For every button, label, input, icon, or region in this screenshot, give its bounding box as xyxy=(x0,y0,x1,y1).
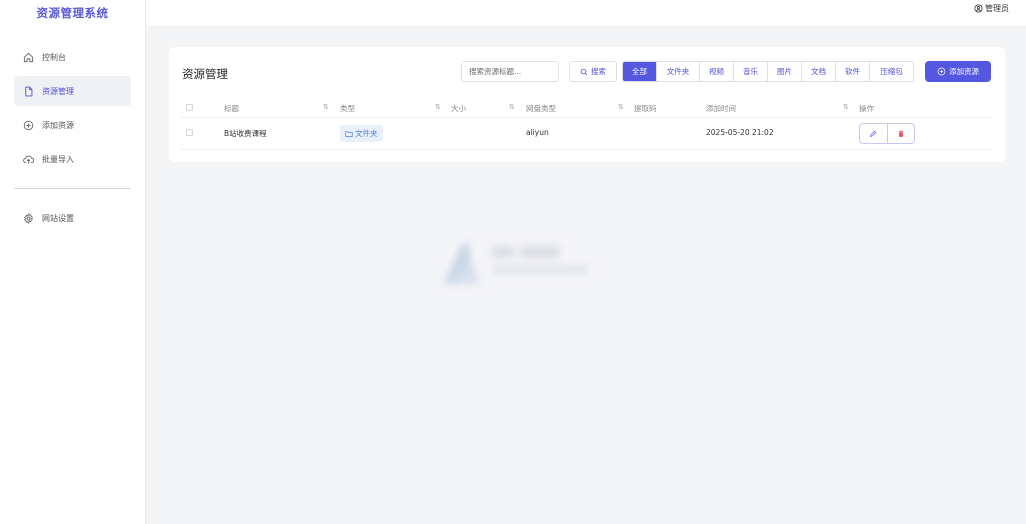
column-header-actions: 操作 xyxy=(859,104,874,113)
sidebar-item-dashboard[interactable]: 控制台 xyxy=(14,42,131,72)
column-header-size[interactable]: 大小 xyxy=(451,103,466,114)
table-header-divider xyxy=(181,117,992,118)
sidebar-item-site-settings[interactable]: 网站设置 xyxy=(14,203,131,233)
delete-button[interactable] xyxy=(886,124,915,143)
edit-button[interactable] xyxy=(860,124,887,143)
sidebar-item-label: 批量导入 xyxy=(42,154,74,164)
sort-icon[interactable]: ⇅ xyxy=(843,103,849,111)
filter-folder[interactable]: 文件夹 xyxy=(657,62,700,81)
search-button[interactable]: 搜索 xyxy=(569,61,617,82)
cloud-upload-icon xyxy=(23,155,34,164)
type-badge: 文件夹 xyxy=(340,125,383,142)
app-title: 资源管理系统 xyxy=(36,6,109,20)
select-all-checkbox[interactable] xyxy=(186,104,193,111)
table-row-divider xyxy=(181,149,992,150)
sidebar-divider xyxy=(14,188,131,189)
gear-icon xyxy=(24,212,33,224)
filter-software[interactable]: 软件 xyxy=(836,62,870,81)
resource-card: 资源管理 搜索 全部 文件夹 视频 音乐 图片 文档 软件 压缩包 添加资源 标… xyxy=(169,47,1005,162)
cell-added-time: 2025-05-20 21:02 xyxy=(706,128,774,137)
sidebar-item-label: 资源管理 xyxy=(42,86,74,96)
row-checkbox[interactable] xyxy=(186,129,193,136)
filter-image[interactable]: 图片 xyxy=(768,62,802,81)
user-name: 管理员 xyxy=(985,4,1009,13)
user-menu[interactable]: 管理员 xyxy=(974,3,1009,14)
row-actions xyxy=(859,123,915,144)
sidebar-nav: 控制台 资源管理 添加资源 批量导入 网站设置 xyxy=(0,42,145,233)
search-input[interactable] xyxy=(461,61,559,82)
add-resource-label: 添加资源 xyxy=(949,67,979,76)
pencil-icon xyxy=(870,130,877,137)
filter-all[interactable]: 全部 xyxy=(623,62,657,81)
cell-disk-type: aliyun xyxy=(526,128,549,137)
document-icon xyxy=(25,86,33,96)
sidebar: 资源管理系统 控制台 资源管理 添加资源 批量导入 网站设置 xyxy=(0,0,146,524)
sort-icon[interactable]: ⇅ xyxy=(509,103,515,111)
column-header-disk-type[interactable]: 网盘类型 xyxy=(526,103,556,114)
type-badge-label: 文件夹 xyxy=(355,129,378,138)
sidebar-item-batch-import[interactable]: 批量导入 xyxy=(14,144,131,174)
user-circle-icon xyxy=(974,4,983,13)
plus-circle-icon xyxy=(937,67,946,76)
page-title: 资源管理 xyxy=(182,67,228,81)
filter-archive[interactable]: 压缩包 xyxy=(870,62,913,81)
sidebar-item-label: 网站设置 xyxy=(42,213,74,223)
sidebar-item-add-resource[interactable]: 添加资源 xyxy=(14,110,131,140)
filter-music[interactable]: 音乐 xyxy=(734,62,768,81)
top-bar: 管理员 xyxy=(146,0,1026,26)
search-button-label: 搜索 xyxy=(591,67,606,76)
folder-icon xyxy=(345,130,353,137)
sidebar-item-label: 控制台 xyxy=(42,52,66,62)
sidebar-item-label: 添加资源 xyxy=(42,120,74,130)
plus-circle-icon xyxy=(23,120,34,130)
column-header-type[interactable]: 类型 xyxy=(340,103,355,114)
column-header-extract-code: 提取码 xyxy=(634,104,657,113)
sort-icon[interactable]: ⇅ xyxy=(435,103,441,111)
home-icon xyxy=(23,52,34,62)
column-header-added-time[interactable]: 添加时间 xyxy=(706,103,736,114)
filter-video[interactable]: 视频 xyxy=(700,62,734,81)
cell-title: B站收费课程 xyxy=(224,129,267,138)
filter-document[interactable]: 文档 xyxy=(802,62,836,81)
type-filter-group: 全部 文件夹 视频 音乐 图片 文档 软件 压缩包 xyxy=(622,61,914,82)
sidebar-item-resources[interactable]: 资源管理 xyxy=(14,76,131,106)
add-resource-button[interactable]: 添加资源 xyxy=(925,61,991,82)
column-header-title[interactable]: 标题 xyxy=(224,103,239,114)
sort-icon[interactable]: ⇅ xyxy=(323,103,329,111)
search-icon xyxy=(580,68,588,75)
trash-icon xyxy=(898,130,904,137)
sort-icon[interactable]: ⇅ xyxy=(618,103,624,111)
watermark-logo xyxy=(444,244,588,284)
